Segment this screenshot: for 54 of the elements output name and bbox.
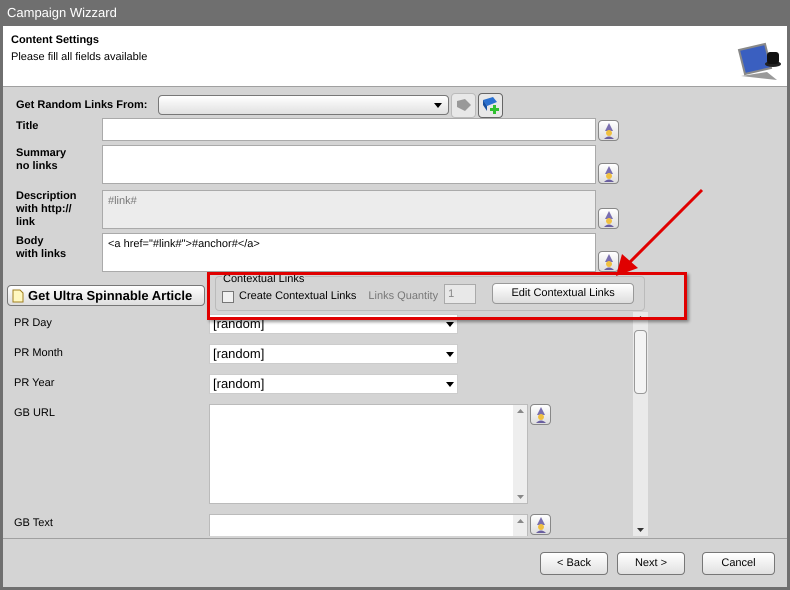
option-dropdown[interactable]: [random]: [209, 374, 458, 394]
option-label: GB Text: [13, 516, 54, 531]
document-icon: [12, 288, 24, 302]
scrollbar[interactable]: [513, 405, 527, 503]
dropdown-arrow-icon: [446, 382, 454, 386]
dropdown-arrow-icon: [434, 102, 442, 108]
wizard-icon: [602, 166, 616, 182]
text-field[interactable]: [102, 118, 596, 141]
checkbox-label: Create Contextual Links: [239, 289, 356, 304]
checkbox[interactable]: [222, 290, 234, 302]
option-label: GB URL: [13, 406, 56, 421]
tags-icon: [454, 97, 472, 113]
option-dropdown[interactable]: [random]: [209, 344, 458, 364]
wizard-icon: [534, 406, 548, 422]
scroll-up-icon[interactable]: [516, 409, 524, 413]
footer-button[interactable]: < Back: [540, 552, 608, 575]
wizard-button[interactable]: [598, 208, 619, 229]
dropdown-arrow-icon: [446, 352, 454, 356]
edit-contextual-links-button[interactable]: Edit Contextual Links: [492, 283, 634, 304]
text-field[interactable]: <a href="#link#">#anchor#</a>: [102, 233, 596, 272]
vertical-scrollbar[interactable]: [633, 312, 648, 536]
wizard-icon: [602, 210, 616, 226]
wizard-icon: [602, 254, 616, 270]
window-title: Campaign Wizzard: [6, 4, 118, 22]
random-links-dropdown[interactable]: [158, 95, 449, 115]
wizard-button[interactable]: [530, 404, 551, 425]
wizard-button[interactable]: [598, 120, 619, 141]
option-label: PR Year: [13, 376, 56, 391]
wizard-monitor-icon: [737, 42, 781, 80]
wizard-icon: [602, 122, 616, 138]
option-label: PR Month: [13, 346, 64, 361]
wizard-button[interactable]: [598, 163, 619, 184]
scrollbar-thumb[interactable]: [634, 330, 647, 394]
wizard-icon: [534, 516, 548, 532]
header-title: Content Settings: [11, 33, 100, 48]
field-label: Title: [16, 119, 40, 133]
quantity-label: Links Quantity: [368, 289, 438, 304]
book-add-icon: [480, 96, 500, 114]
random-links-label: Get Random Links From:: [16, 98, 148, 113]
dropdown-arrow-icon: [446, 322, 454, 326]
wizard-button[interactable]: [530, 514, 551, 535]
spin-article-button[interactable]: Get Ultra Spinnable Article: [7, 285, 205, 306]
header-subtitle: Please fill all fields available: [11, 50, 148, 64]
option-label: PR Day: [13, 316, 53, 331]
field-label: Description with http:// link: [16, 189, 78, 229]
wizard-button[interactable]: [598, 251, 619, 272]
add-book-button[interactable]: [478, 92, 503, 118]
scroll-down-icon[interactable]: [637, 528, 644, 532]
field-label: Body with links: [16, 234, 68, 261]
footer-button[interactable]: Cancel: [702, 552, 775, 575]
field-label: Summary no links: [16, 146, 68, 173]
footer-button[interactable]: Next >: [617, 552, 685, 575]
scroll-up-icon[interactable]: [516, 519, 524, 523]
text-field[interactable]: [102, 145, 596, 184]
